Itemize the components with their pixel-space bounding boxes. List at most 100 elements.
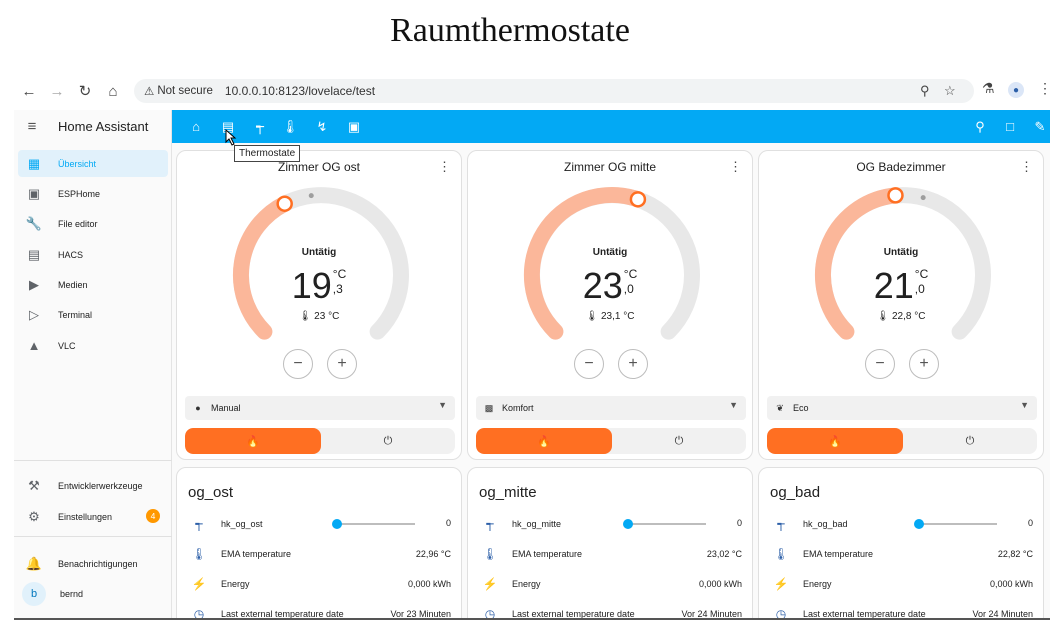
off-mode-button[interactable]: ⏻ <box>903 428 1037 454</box>
entity-row[interactable]: ┭ hk_og_ost 0 <box>177 513 461 535</box>
labs-flask-icon[interactable]: ⚗ <box>982 80 995 97</box>
sidebar-item-user[interactable]: b bernd <box>18 580 168 607</box>
sidebar-item-settings[interactable]: ⚙ Einstellungen 4 <box>18 503 168 530</box>
sidebar-item-developer-tools[interactable]: ⚒ Entwicklerwerkzeuge <box>18 472 168 499</box>
page-title: Raumthermostate <box>390 12 630 49</box>
camera-view-icon[interactable]: ▣ <box>342 110 366 143</box>
thermostat-card: Zimmer OG ost ⋮ Untätig 19°C ,3 🌡 23 °C −… <box>176 150 462 460</box>
sidebar-item-medien[interactable]: ▶ Medien <box>18 271 168 298</box>
valve-view-icon[interactable]: ┭ <box>248 110 272 143</box>
more-options-icon[interactable]: ⋮ <box>1020 159 1033 175</box>
entity-row[interactable]: ⚡ Energy 0,000 kWh <box>468 573 752 595</box>
entity-row[interactable]: 🌡 EMA temperature 22,96 °C <box>177 543 461 565</box>
entities-card: og_bad ┭ hk_og_bad 0 🌡 EMA temperature 2… <box>758 467 1044 620</box>
sidebar-item-vlc[interactable]: ▲ VLC <box>18 332 168 359</box>
sidebar-item-esphome[interactable]: ▣ ESPHome <box>18 180 168 207</box>
heat-mode-button[interactable]: 🔥 <box>185 428 321 454</box>
clock-icon: ◷ <box>193 607 205 620</box>
menu-icon[interactable]: ≡ <box>14 118 50 135</box>
off-mode-button[interactable]: ⏻ <box>321 428 455 454</box>
hvac-state: Untätig <box>883 247 919 258</box>
entity-row[interactable]: ⚡ Energy 0,000 kWh <box>177 573 461 595</box>
gear-icon: ⚙ <box>28 508 40 524</box>
entity-row[interactable]: 🌡 EMA temperature 23,02 °C <box>468 543 752 565</box>
sidebar-item-terminal[interactable]: ▷ Terminal <box>18 301 168 328</box>
avatar: b <box>22 581 46 606</box>
leaf-icon: ❦ <box>776 402 784 413</box>
dashboard-content: Zimmer OG ost ⋮ Untätig 19°C ,3 🌡 23 °C −… <box>172 143 1050 620</box>
slider-thumb[interactable] <box>914 519 924 529</box>
decrease-button[interactable]: − <box>865 349 895 379</box>
sidebar-item-notifications[interactable]: 🔔 Benachrichtigungen <box>18 550 168 577</box>
url-text[interactable]: 10.0.0.10:8123/lovelace/test <box>225 84 375 98</box>
preset-mode-select[interactable]: ▩ Komfort ▼ <box>476 396 746 420</box>
assist-icon[interactable]: □ <box>998 110 1022 143</box>
sidebar-divider <box>14 460 172 461</box>
dashboard-icon: ▦ <box>27 155 41 171</box>
forward-icon[interactable]: → <box>44 78 70 104</box>
sidebar-item-uebersicht[interactable]: ▦ Übersicht <box>18 150 168 177</box>
switch-view-icon[interactable]: ↯ <box>310 110 334 143</box>
home-view-icon[interactable]: ⌂ <box>184 110 208 143</box>
slider-track[interactable] <box>337 523 415 525</box>
decrease-button[interactable]: − <box>283 349 313 379</box>
current-temp-marker <box>920 195 926 201</box>
slider-thumb[interactable] <box>623 519 633 529</box>
sidebar: ≡ Home Assistant ▦ Übersicht ▣ ESPHome 🔧… <box>14 110 172 618</box>
thermometer-icon: 🌡 <box>773 547 789 561</box>
entity-row[interactable]: 🌡 EMA temperature 22,82 °C <box>759 543 1043 565</box>
profile-icon[interactable]: ● <box>1008 82 1024 98</box>
card-title: og_bad <box>770 484 821 501</box>
more-options-icon[interactable]: ⋮ <box>729 159 742 175</box>
increase-button[interactable]: + <box>618 349 648 379</box>
dropdown-arrow-icon: ▼ <box>1020 400 1029 410</box>
zoom-icon[interactable]: ⚲ <box>920 83 930 99</box>
browser-menu-icon[interactable]: ⋮ <box>1038 80 1050 97</box>
preset-mode-select[interactable]: ● Manual ▼ <box>185 396 455 420</box>
more-options-icon[interactable]: ⋮ <box>438 159 451 175</box>
slider-track[interactable] <box>628 523 706 525</box>
thermometer-view-icon[interactable]: 🌡 <box>278 110 302 143</box>
preset-mode-select[interactable]: ❦ Eco ▼ <box>767 396 1037 420</box>
warning-icon: ⚠ <box>144 86 155 98</box>
reload-icon[interactable]: ↻ <box>72 78 98 104</box>
off-mode-button[interactable]: ⏻ <box>612 428 746 454</box>
slider-thumb[interactable] <box>332 519 342 529</box>
target-temperature: 23°C ,0 <box>582 265 638 306</box>
clock-icon: ◷ <box>775 607 787 620</box>
entity-row[interactable]: ◷ Last external temperature date Vor 24 … <box>468 603 752 618</box>
valve-icon: ┭ <box>486 517 494 531</box>
decrease-button[interactable]: − <box>574 349 604 379</box>
sidebar-item-hacs[interactable]: ▤ HACS <box>18 241 168 268</box>
sofa-icon: ▩ <box>484 402 494 413</box>
not-secure-chip[interactable]: ⚠ Not secure <box>140 82 217 100</box>
entity-row[interactable]: ┭ hk_og_bad 0 <box>759 513 1043 535</box>
edit-pencil-icon[interactable]: ✎ <box>1028 110 1050 143</box>
thermostat-card: OG Badezimmer ⋮ Untätig 21°C ,0 🌡 22,8 °C… <box>758 150 1044 460</box>
entity-row[interactable]: ┭ hk_og_mitte 0 <box>468 513 752 535</box>
entity-row[interactable]: ◷ Last external temperature date Vor 24 … <box>759 603 1043 620</box>
target-temperature: 19°C ,3 <box>291 265 347 306</box>
heat-mode-button[interactable]: 🔥 <box>476 428 612 454</box>
bookmark-star-icon[interactable]: ☆ <box>944 83 956 99</box>
entities-card: og_ost ┭ hk_og_ost 0 🌡 EMA temperature 2… <box>176 467 462 620</box>
search-icon[interactable]: ⚲ <box>968 110 992 143</box>
home-icon[interactable]: ⌂ <box>100 78 126 104</box>
address-bar[interactable]: ⚠ Not secure 10.0.0.10:8123/lovelace/tes… <box>134 79 974 103</box>
increase-button[interactable]: + <box>909 349 939 379</box>
hvac-mode-toggle: 🔥 ⏻ <box>185 428 455 454</box>
back-icon[interactable]: ← <box>16 78 42 104</box>
browser-window: ← → ↻ ⌂ ⚠ Not secure 10.0.0.10:8123/love… <box>14 76 1050 620</box>
flame-icon: 🔥 <box>246 435 260 448</box>
slider-track[interactable] <box>919 523 997 525</box>
bell-icon: 🔔 <box>25 555 43 571</box>
entity-row[interactable]: ◷ Last external temperature date Vor 23 … <box>177 603 461 620</box>
hvac-mode-toggle: 🔥 ⏻ <box>476 428 746 454</box>
thermostat-name: Zimmer OG mitte <box>564 160 656 174</box>
setpoint-handle <box>629 191 647 208</box>
sidebar-item-file-editor[interactable]: 🔧 File editor <box>18 210 168 237</box>
hvac-mode-toggle: 🔥 ⏻ <box>767 428 1037 454</box>
increase-button[interactable]: + <box>327 349 357 379</box>
heat-mode-button[interactable]: 🔥 <box>767 428 903 454</box>
entity-row[interactable]: ⚡ Energy 0,000 kWh <box>759 573 1043 595</box>
